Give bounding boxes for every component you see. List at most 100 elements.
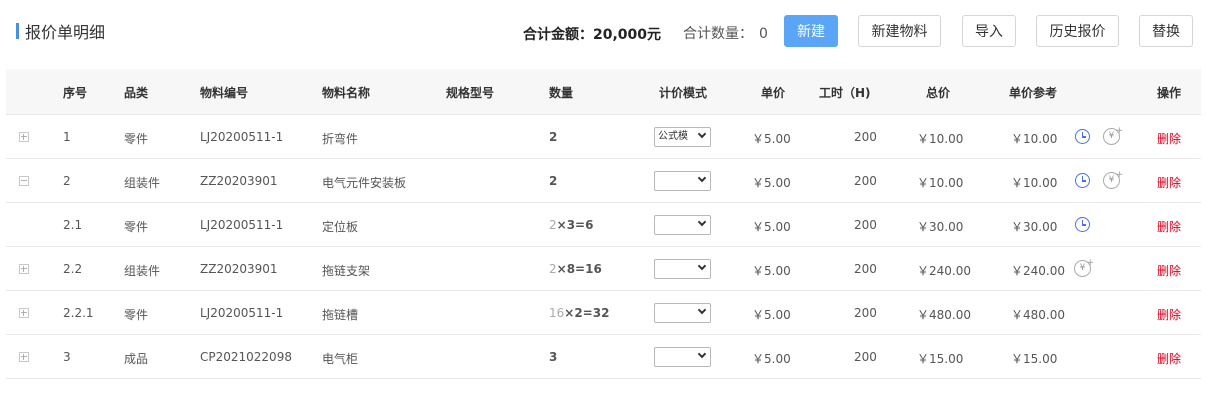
table-row: 2.2.1 零件 LJ20200511-1 拖链槽 16×2=32 ￥5.00 200 ￥48… xyxy=(6,291,1201,335)
clock-icon[interactable] xyxy=(1075,173,1090,188)
col-qty: 数量 xyxy=(549,86,574,100)
row-total: ￥30.00 xyxy=(917,220,964,234)
col-price-ref: 单价参考 xyxy=(1009,86,1058,100)
row-name: 电气元件安装板 xyxy=(322,176,407,190)
new-material-button[interactable]: 新建物料 xyxy=(858,15,941,47)
row-code: ZZ20203901 xyxy=(200,262,278,276)
import-button[interactable]: 导入 xyxy=(962,15,1016,47)
col-index: 序号 xyxy=(63,86,88,100)
row-category: 零件 xyxy=(124,308,149,322)
chevron-down-icon xyxy=(697,305,707,315)
col-pricing-mode: 计价模式 xyxy=(659,86,708,100)
row-category: 组装件 xyxy=(124,176,161,190)
expand-icon[interactable] xyxy=(19,308,29,318)
clock-icon[interactable] xyxy=(1075,217,1090,232)
chevron-down-icon xyxy=(697,129,707,139)
expand-icon[interactable] xyxy=(19,132,29,142)
clock-icon[interactable] xyxy=(1075,129,1090,144)
row-index: 2.1 xyxy=(63,218,83,232)
table-row: 1 零件 LJ20200511-1 折弯件 2 公式模 ￥5.00 200 ￥10.00 ￥10.… xyxy=(6,115,1201,159)
col-category: 品类 xyxy=(124,86,149,100)
delete-link[interactable]: 删除 xyxy=(1157,174,1181,191)
row-name: 定位板 xyxy=(322,220,359,234)
col-code: 物料编号 xyxy=(200,86,249,100)
row-price-ref: ￥15.00 xyxy=(1011,352,1058,366)
total-amount: 合计金额：20,000元 xyxy=(523,27,662,43)
total-quantity-value: 0 xyxy=(759,26,768,42)
row-name: 拖链支架 xyxy=(322,264,371,278)
col-spec: 规格型号 xyxy=(446,86,495,100)
row-index: 2.2 xyxy=(63,262,83,276)
row-index: 3 xyxy=(63,350,71,364)
row-hours: 200 xyxy=(854,350,877,364)
yen-plus-icon[interactable]: ¥ xyxy=(1103,168,1123,189)
collapse-icon[interactable] xyxy=(19,176,29,186)
row-unit-price: ￥5.00 xyxy=(752,132,791,146)
row-price-ref: ￥10.00 xyxy=(1011,132,1058,146)
row-unit-price: ￥5.00 xyxy=(752,308,791,322)
row-name: 电气柜 xyxy=(322,352,359,366)
delete-link[interactable]: 删除 xyxy=(1157,218,1181,235)
row-hours: 200 xyxy=(854,262,877,276)
yen-plus-icon[interactable]: ¥ xyxy=(1074,256,1094,277)
row-total: ￥10.00 xyxy=(917,132,964,146)
pricing-mode-select[interactable] xyxy=(654,303,711,323)
delete-link[interactable]: 删除 xyxy=(1157,350,1181,367)
row-category: 零件 xyxy=(124,220,149,234)
replace-button[interactable]: 替换 xyxy=(1139,15,1193,47)
row-price-ref: ￥480.00 xyxy=(1011,308,1065,322)
row-total: ￥10.00 xyxy=(917,176,964,190)
row-hours: 200 xyxy=(854,130,877,144)
row-code: LJ20200511-1 xyxy=(200,218,284,232)
page-title: 报价单明细 xyxy=(25,23,106,42)
row-name: 拖链槽 xyxy=(322,308,359,322)
row-index: 1 xyxy=(63,130,71,144)
row-quantity: 2 xyxy=(549,130,557,144)
pricing-mode-value: 公式模 xyxy=(658,131,688,142)
history-quote-button[interactable]: 历史报价 xyxy=(1036,15,1119,47)
expand-icon[interactable] xyxy=(19,264,29,274)
pricing-mode-select[interactable]: 公式模 xyxy=(654,127,711,147)
row-quantity-base: 2 xyxy=(549,218,557,232)
delete-link[interactable]: 删除 xyxy=(1157,130,1181,147)
table-row: 2.1 零件 LJ20200511-1 定位板 2×3=6 ￥5.00 200 ￥30.00 ￥… xyxy=(6,203,1201,247)
row-name: 折弯件 xyxy=(322,132,359,146)
delete-link[interactable]: 删除 xyxy=(1157,262,1181,279)
table-row: 2 组装件 ZZ20203901 电气元件安装板 2 ￥5.00 200 ￥10.00 ￥10.… xyxy=(6,159,1201,203)
row-price-ref: ￥240.00 xyxy=(1011,264,1065,278)
row-index: 2.2.1 xyxy=(63,306,94,320)
row-quantity-value: 3 xyxy=(549,350,558,364)
new-button[interactable]: 新建 xyxy=(784,15,838,47)
row-unit-price: ￥5.00 xyxy=(752,352,791,366)
pricing-mode-select[interactable] xyxy=(654,347,711,367)
pricing-mode-select[interactable] xyxy=(654,171,711,191)
row-category: 成品 xyxy=(124,352,149,366)
row-quantity-value: ×3=6 xyxy=(556,218,594,232)
row-quantity: 2×8=16 xyxy=(549,262,602,276)
row-quantity-base: 16 xyxy=(549,306,565,320)
row-quantity: 2 xyxy=(549,174,557,188)
col-name: 物料名称 xyxy=(322,86,371,100)
col-action: 操作 xyxy=(1157,86,1182,100)
pricing-mode-select[interactable] xyxy=(654,215,711,235)
table-body: 1 零件 LJ20200511-1 折弯件 2 公式模 ￥5.00 200 ￥10.00 ￥10.… xyxy=(6,115,1201,379)
pricing-mode-select[interactable] xyxy=(654,259,711,279)
row-quantity-base: 2 xyxy=(549,262,557,276)
col-total: 总价 xyxy=(926,86,951,100)
table-row: 2.2 组装件 ZZ20203901 拖链支架 2×8=16 ￥5.00 200 ￥240.0… xyxy=(6,247,1201,291)
row-price-ref: ￥10.00 xyxy=(1011,176,1058,190)
total-quantity: 合计数量： 0 xyxy=(683,23,768,43)
delete-link[interactable]: 删除 xyxy=(1157,306,1181,323)
row-quantity-value: 2 xyxy=(549,174,558,188)
row-quantity: 3 xyxy=(549,350,557,364)
expand-icon[interactable] xyxy=(19,352,29,362)
page-header: 报价单明细 合计金额：20,000元 合计数量： 0 新建 新建物料 导入 历史报… xyxy=(0,0,1206,62)
title-accent-bar xyxy=(16,23,19,39)
row-unit-price: ￥5.00 xyxy=(752,264,791,278)
row-quantity-value: ×8=16 xyxy=(556,262,602,276)
yen-plus-icon[interactable]: ¥ xyxy=(1103,124,1123,145)
row-code: LJ20200511-1 xyxy=(200,306,284,320)
table-header: 序号 品类 物料编号 物料名称 规格型号 数量 计价模式 单价 工时（H) 总价… xyxy=(6,69,1201,115)
quote-detail-table: 序号 品类 物料编号 物料名称 规格型号 数量 计价模式 单价 工时（H) 总价… xyxy=(6,69,1201,379)
col-hours: 工时（H) xyxy=(819,86,871,100)
